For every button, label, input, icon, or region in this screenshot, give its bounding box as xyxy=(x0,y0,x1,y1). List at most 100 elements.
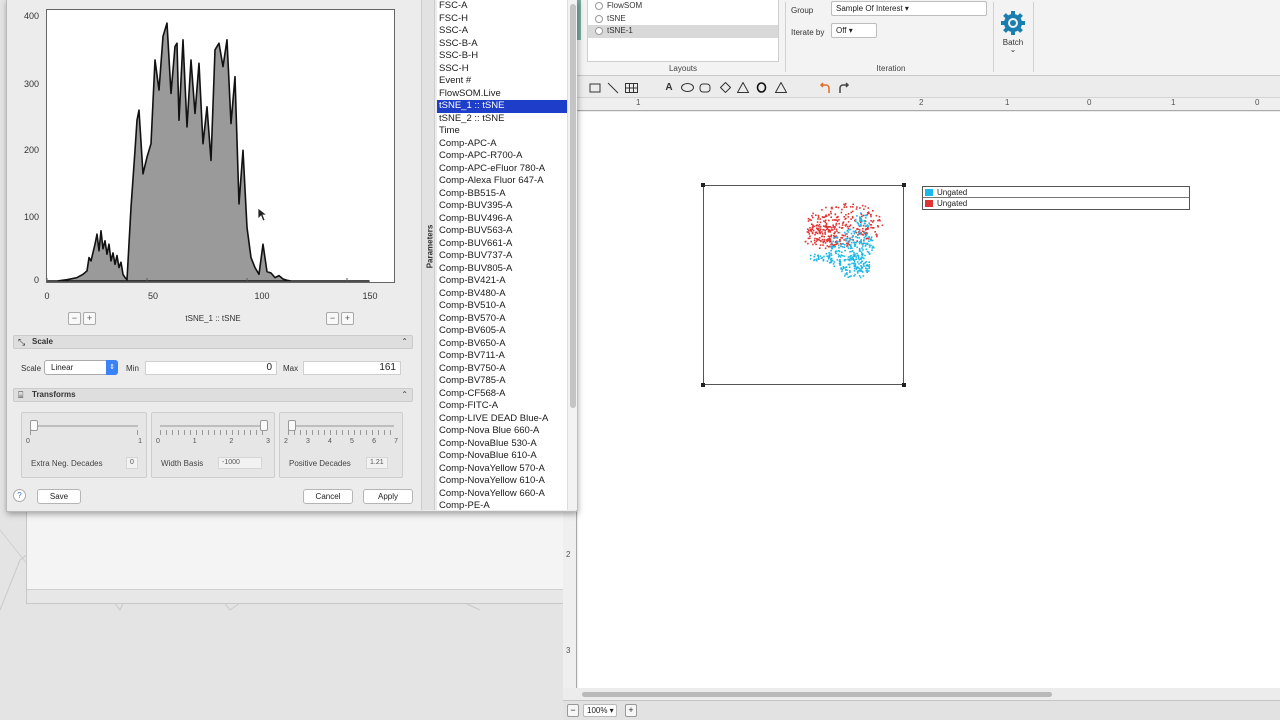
parameter-item[interactable]: Comp-NovaYellow 610-A xyxy=(437,475,567,488)
ellipse-tool-icon[interactable] xyxy=(679,80,695,95)
horizontal-scrollbar[interactable] xyxy=(578,689,1280,699)
parameter-item[interactable]: Comp-BUV563-A xyxy=(437,225,567,238)
extra-neg-decades-slider[interactable] xyxy=(30,420,38,431)
parameter-item[interactable]: Comp-BV480-A xyxy=(437,288,567,301)
scale-type-select[interactable]: Linear ⇕ xyxy=(44,360,118,375)
triangle-outline-tool-icon[interactable] xyxy=(773,80,789,95)
parameter-item[interactable]: Comp-BUV395-A xyxy=(437,200,567,213)
histogram-plot[interactable] xyxy=(46,9,395,283)
parameter-item[interactable]: Comp-NovaYellow 570-A xyxy=(437,463,567,476)
parameter-item[interactable]: Time xyxy=(437,125,567,138)
parameter-item[interactable]: Comp-BV650-A xyxy=(437,338,567,351)
zoom-dropdown[interactable]: 100% ▾ xyxy=(583,704,617,717)
parameter-item[interactable]: SSC-H xyxy=(437,63,567,76)
axis-parameter-label: tSNE_1 :: tSNE xyxy=(185,314,241,323)
parameter-item[interactable]: FlowSOM.Live xyxy=(437,88,567,101)
zoom-out-button[interactable]: − xyxy=(567,704,579,717)
parameter-item[interactable]: Comp-BV510-A xyxy=(437,300,567,313)
parameter-item[interactable]: Comp-LIVE DEAD Blue-A xyxy=(437,413,567,426)
parameter-item[interactable]: Comp-BUV496-A xyxy=(437,213,567,226)
parameter-item[interactable]: tSNE_2 :: tSNE xyxy=(437,113,567,126)
redo-icon[interactable] xyxy=(835,80,851,95)
parameter-item[interactable]: Comp-BV785-A xyxy=(437,375,567,388)
parameter-item[interactable]: SSC-B-H xyxy=(437,50,567,63)
transforms-section-header[interactable]: ⌸ Transforms ⌃ xyxy=(13,388,413,402)
line-tool-icon[interactable] xyxy=(605,80,621,95)
parameter-item[interactable]: Comp-BUV805-A xyxy=(437,263,567,276)
apply-button[interactable]: Apply xyxy=(363,489,413,504)
rectangle-tool-icon[interactable] xyxy=(587,80,603,95)
parameter-list-scrollbar[interactable] xyxy=(567,0,577,510)
help-button[interactable]: ? xyxy=(13,489,26,502)
parameter-item[interactable]: Comp-FITC-A xyxy=(437,400,567,413)
max-input[interactable]: 161 xyxy=(303,361,401,375)
parameter-item[interactable]: FSC-H xyxy=(437,13,567,26)
positive-decades-value[interactable]: 1.21 xyxy=(366,457,388,469)
rounded-rect-tool-icon[interactable] xyxy=(697,80,713,95)
parameter-item[interactable]: Comp-NovaYellow 660-A xyxy=(437,488,567,501)
save-button[interactable]: Save xyxy=(37,489,81,504)
parameter-item[interactable]: tSNE_1 :: tSNE xyxy=(437,100,567,113)
parameter-item[interactable]: Comp-CF568-A xyxy=(437,388,567,401)
parameter-item[interactable]: Comp-NovaBlue 610-A xyxy=(437,450,567,463)
group-label: Group xyxy=(791,6,814,15)
extra-neg-decades-value[interactable]: 0 xyxy=(126,457,138,469)
iterate-by-dropdown[interactable]: Off ▾ xyxy=(831,23,877,38)
parameter-item[interactable]: FSC-A xyxy=(437,0,567,13)
text-tool-icon[interactable]: A xyxy=(661,80,677,95)
oval-tool-icon[interactable] xyxy=(753,80,769,95)
scale-section-title: Scale xyxy=(32,337,53,346)
parameter-item[interactable]: Comp-BV421-A xyxy=(437,275,567,288)
parameter-item[interactable]: Comp-BUV661-A xyxy=(437,238,567,251)
resize-handle[interactable] xyxy=(902,383,906,387)
parameter-item[interactable]: SSC-A xyxy=(437,25,567,38)
zoom-out-button[interactable]: − xyxy=(68,312,81,325)
parameter-item[interactable]: Comp-APC-R700-A xyxy=(437,150,567,163)
parameter-item[interactable]: Comp-Nova Blue 660-A xyxy=(437,425,567,438)
scrollbar-thumb[interactable] xyxy=(570,4,576,408)
layout-item-flowsom[interactable]: FlowSOM xyxy=(588,0,778,13)
scale-section-header[interactable]: ⤡ Scale ⌃ xyxy=(13,335,413,349)
zoom-in-button[interactable]: + xyxy=(341,312,354,325)
parameter-item[interactable]: Comp-BV570-A xyxy=(437,313,567,326)
parameter-item[interactable]: Comp-BV711-A xyxy=(437,350,567,363)
layout-item-tsne-1[interactable]: tSNE-1 xyxy=(588,25,778,38)
collapse-icon[interactable]: ⌃ xyxy=(401,337,408,346)
batch-button[interactable]: Batch ⌄ xyxy=(999,10,1027,54)
positive-decades-slider[interactable] xyxy=(288,420,296,431)
undo-icon[interactable] xyxy=(817,80,833,95)
tsne-plot-graph[interactable] xyxy=(701,183,906,387)
diamond-tool-icon[interactable] xyxy=(717,80,733,95)
parameter-item[interactable]: Comp-Alexa Fluor 647-A xyxy=(437,175,567,188)
collapse-icon[interactable]: ⌃ xyxy=(401,390,408,399)
parameter-item[interactable]: Comp-NovaBlue 530-A xyxy=(437,438,567,451)
parameter-item[interactable]: Comp-BB515-A xyxy=(437,188,567,201)
table-tool-icon[interactable] xyxy=(623,80,639,95)
parameters-tab[interactable]: Parameters xyxy=(421,0,435,510)
parameter-item[interactable]: Event # xyxy=(437,75,567,88)
zoom-in-button[interactable]: + xyxy=(83,312,96,325)
parameter-item[interactable]: Comp-BUV737-A xyxy=(437,250,567,263)
parameter-list[interactable]: FSC-A FSC-H SSC-A SSC-B-A SSC-B-H SSC-H Event … xyxy=(437,0,567,510)
parameter-item[interactable]: Comp-BV605-A xyxy=(437,325,567,338)
zoom-in-button[interactable]: + xyxy=(625,704,637,717)
resize-handle[interactable] xyxy=(701,183,705,187)
resize-handle[interactable] xyxy=(902,183,906,187)
layout-item-tsne[interactable]: tSNE xyxy=(588,13,778,26)
parameter-item[interactable]: Comp-BV750-A xyxy=(437,363,567,376)
scrollbar-thumb[interactable] xyxy=(582,692,1052,697)
population-legend[interactable]: Ungated Ungated xyxy=(922,186,1190,210)
layout-canvas[interactable]: Ungated Ungated xyxy=(578,112,1280,688)
min-input[interactable]: 0 xyxy=(145,361,277,375)
width-basis-slider[interactable] xyxy=(260,420,268,431)
group-dropdown[interactable]: Sample Of Interest ▾ xyxy=(831,1,987,16)
triangle-tool-icon[interactable] xyxy=(735,80,751,95)
zoom-out-button[interactable]: − xyxy=(326,312,339,325)
width-basis-value[interactable]: -1000 xyxy=(218,457,262,469)
parameter-item[interactable]: Comp-APC-A xyxy=(437,138,567,151)
resize-handle[interactable] xyxy=(701,383,705,387)
parameter-item[interactable]: Comp-PE-A xyxy=(437,500,567,510)
parameter-item[interactable]: Comp-APC-eFluor 780-A xyxy=(437,163,567,176)
cancel-button[interactable]: Cancel xyxy=(303,489,353,504)
parameter-item[interactable]: SSC-B-A xyxy=(437,38,567,51)
